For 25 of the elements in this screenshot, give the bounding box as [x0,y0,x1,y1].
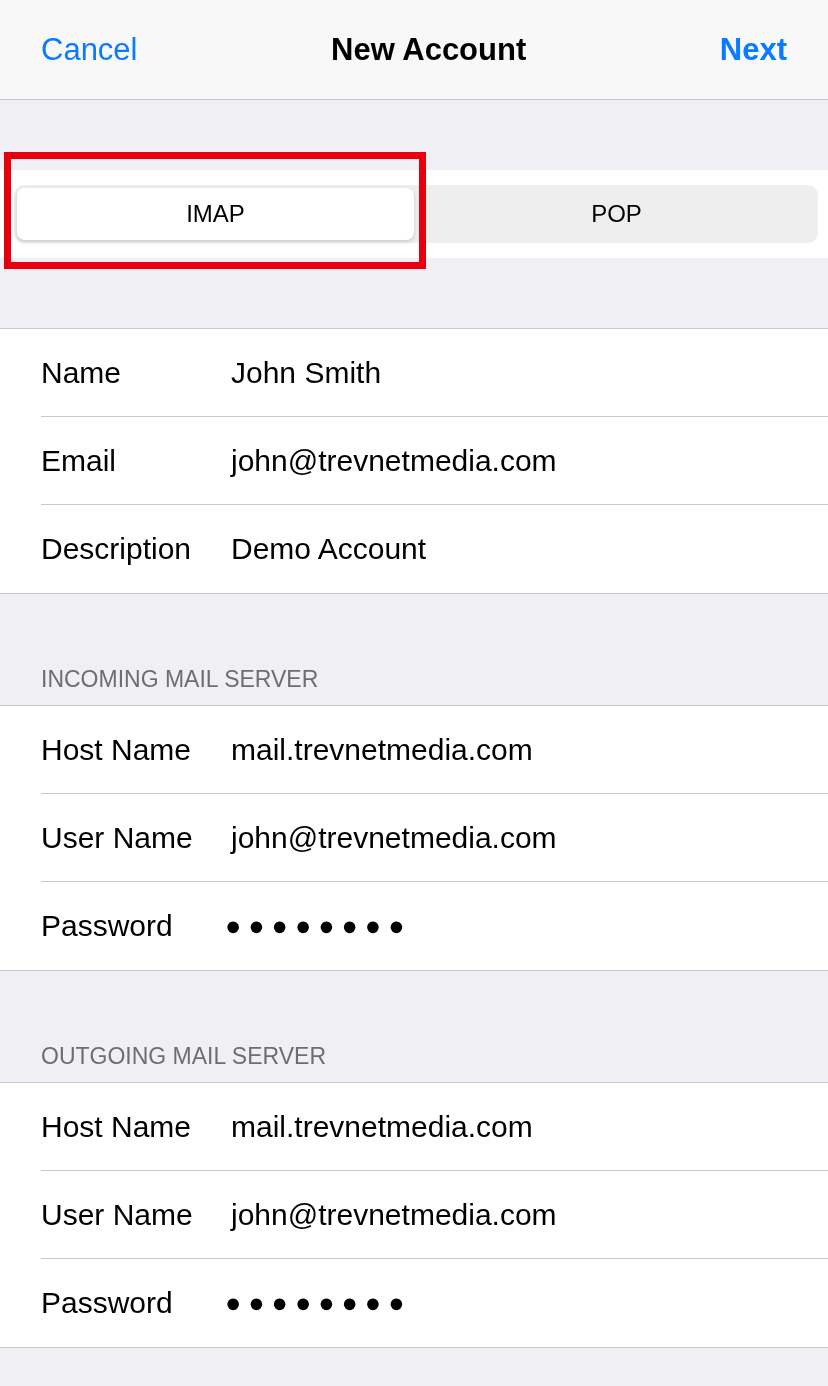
text-field[interactable]: mail.trevnetmedia.com [231,1109,533,1144]
field-label: Password [41,1286,174,1320]
text-field[interactable]: john@trevnetmedia.com [231,443,557,478]
field-label: Host Name [41,1109,193,1144]
screen-title: New Account [331,31,527,68]
field-label: Description [41,532,193,566]
text-field[interactable]: john@trevnetmedia.com [231,1197,557,1232]
field-label: Email [41,443,117,478]
password-field[interactable]: ●●●●●●●● [225,910,412,942]
text-field[interactable]: mail.trevnetmedia.com [231,732,533,767]
text-field[interactable]: John Smith [231,355,382,390]
text-field[interactable]: john@trevnetmedia.com [231,820,557,855]
field-label: User Name [41,820,194,855]
field-label: Password [41,909,174,943]
field-label: Name [41,355,123,390]
text-field[interactable]: Demo Account [231,532,427,566]
cancel-button[interactable]: Cancel [41,31,138,68]
section-header: OUTGOING MAIL SERVER [41,1045,326,1068]
segment-tab[interactable]: IMAP [17,188,414,240]
section-header: INCOMING MAIL SERVER [41,668,319,691]
next-button[interactable]: Next [719,31,787,68]
segment-tab[interactable]: POP [418,188,815,240]
field-label: Host Name [41,732,193,767]
password-field[interactable]: ●●●●●●●● [225,1287,412,1319]
field-label: User Name [41,1197,194,1232]
